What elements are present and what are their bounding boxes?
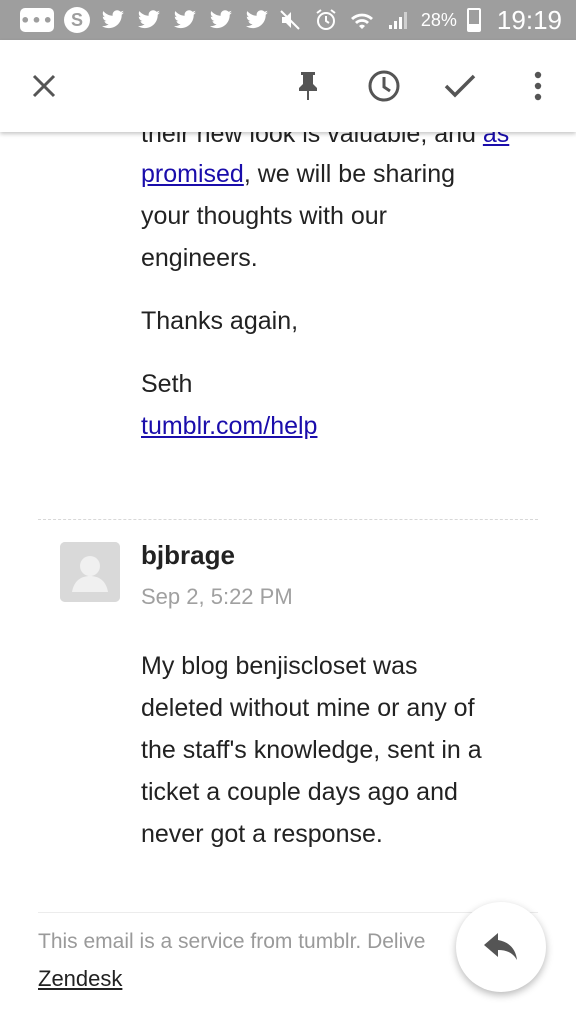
email-thread: their new look is valuable, and as promi… xyxy=(0,132,576,1024)
reply-icon xyxy=(484,933,517,960)
clock-time: 19:19 xyxy=(496,4,562,35)
message-body-line: the staff's knowledge, sent in a xyxy=(141,736,482,764)
skype-icon: S xyxy=(64,7,90,33)
message-text: , we will be sharing xyxy=(243,160,456,188)
message-body-line: ticket a couple days ago and xyxy=(141,778,458,806)
message-line: promised, we will be sharing xyxy=(141,153,541,195)
wifi-icon xyxy=(349,7,375,33)
as-promised-link[interactable]: promised xyxy=(141,160,244,188)
message-body-line: deleted without mine or any of xyxy=(141,694,475,722)
twitter-icon xyxy=(172,7,198,33)
more-vert-icon xyxy=(534,71,542,101)
status-bar: ••• S 28% 19:19 xyxy=(0,0,576,40)
message-body-line: My blog benjiscloset was xyxy=(141,652,418,680)
message-line: engineers. xyxy=(141,244,258,272)
close-icon xyxy=(32,74,56,98)
signal-icon xyxy=(385,7,411,33)
message-line: their new look is valuable, and as xyxy=(141,132,541,155)
as-promised-link[interactable]: as xyxy=(483,132,509,148)
system-icons: 28% 19:19 xyxy=(277,5,562,36)
message-author: bjbrage xyxy=(141,540,235,570)
snooze-button[interactable] xyxy=(362,64,406,108)
messages-icon: ••• xyxy=(20,8,54,32)
twitter-icon xyxy=(244,7,270,33)
message-text: their new look is valuable, and xyxy=(141,132,483,148)
message-signature: Seth xyxy=(141,370,193,398)
more-options-button[interactable] xyxy=(516,64,560,108)
battery-percent: 28% xyxy=(420,9,457,30)
message-date: Sep 2, 5:22 PM xyxy=(141,584,293,609)
pin-icon xyxy=(299,72,317,100)
notification-icons: ••• S xyxy=(20,7,270,33)
twitter-icon xyxy=(136,7,162,33)
battery-icon xyxy=(466,8,481,32)
done-button[interactable] xyxy=(438,64,482,108)
avatar xyxy=(60,542,120,602)
twitter-icon xyxy=(208,7,234,33)
footer-divider xyxy=(38,912,538,913)
check-icon xyxy=(444,74,476,98)
reply-button[interactable] xyxy=(456,902,546,992)
pin-button[interactable] xyxy=(286,64,330,108)
footer-text: This email is a service from tumblr. Del… xyxy=(38,930,426,953)
tumblr-help-link[interactable]: tumblr.com/help xyxy=(141,412,317,440)
default-avatar-icon xyxy=(60,542,120,602)
close-button[interactable] xyxy=(22,64,66,108)
message-thanks: Thanks again, xyxy=(141,307,299,335)
action-toolbar xyxy=(0,40,576,132)
help-link-line: tumblr.com/help xyxy=(141,405,541,447)
message-line: your thoughts with our xyxy=(141,202,387,230)
alarm-icon xyxy=(313,7,339,33)
message-body-line: never got a response. xyxy=(141,820,383,848)
twitter-icon xyxy=(100,7,126,33)
mute-icon xyxy=(277,7,303,33)
message-divider xyxy=(38,519,538,520)
zendesk-link[interactable]: Zendesk xyxy=(38,966,122,992)
clock-icon xyxy=(368,70,400,102)
